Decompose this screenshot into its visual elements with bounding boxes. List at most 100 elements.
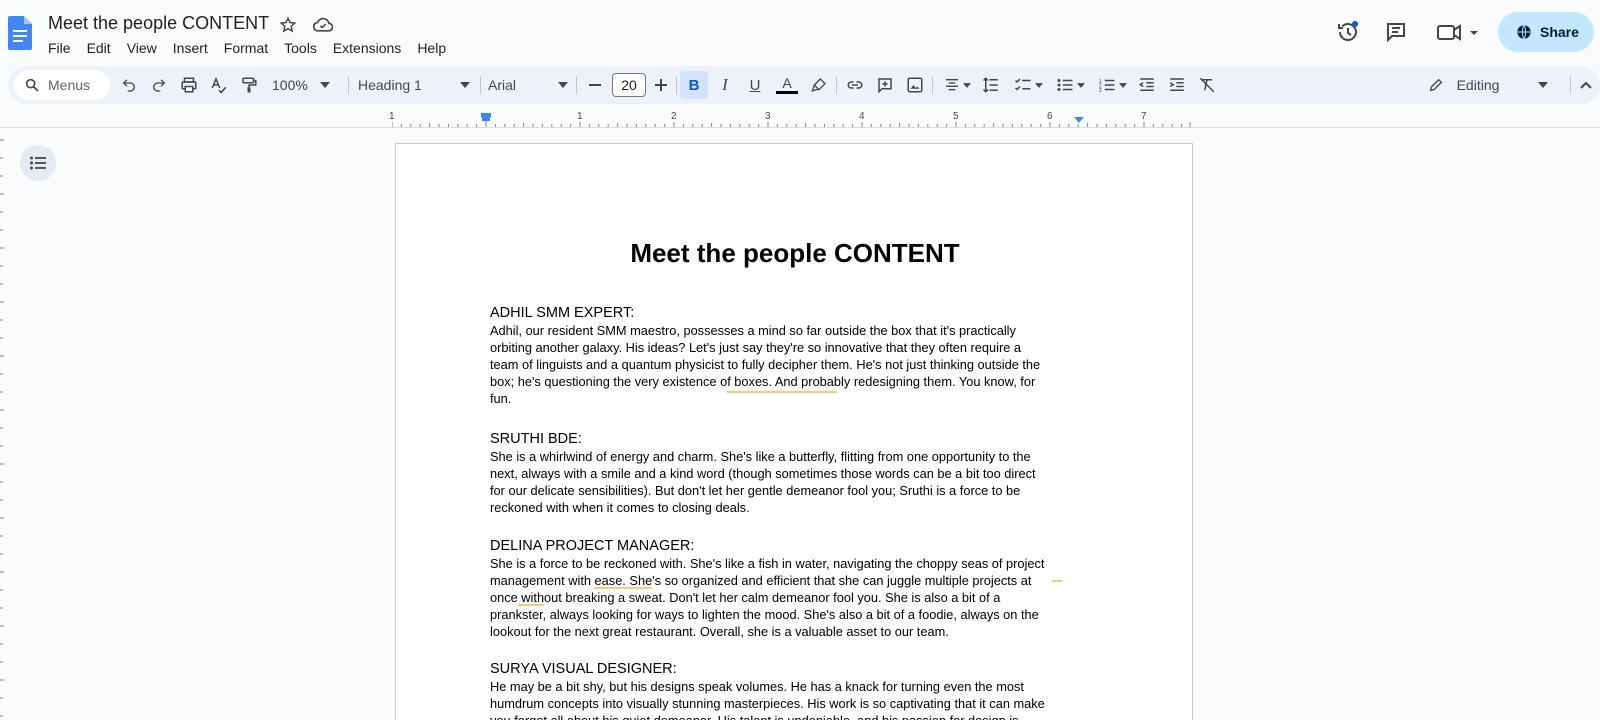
bold-button[interactable]: B xyxy=(680,71,708,99)
divider xyxy=(348,76,349,94)
editing-mode-label: Editing xyxy=(1456,77,1500,93)
meet-video-icon[interactable] xyxy=(1434,18,1484,46)
clear-formatting-icon[interactable] xyxy=(1196,74,1218,96)
document-page[interactable]: Meet the people CONTENT ADHIL SMM EXPERT… xyxy=(395,143,1193,720)
font-family-select[interactable]: Arial xyxy=(488,74,568,96)
font-size-input[interactable]: 20 xyxy=(612,73,646,97)
ruler-label: 2 xyxy=(671,111,677,122)
increase-font-size-icon[interactable] xyxy=(650,74,672,96)
chevron-down-icon xyxy=(558,82,568,88)
search-menus-label: Menus xyxy=(48,77,91,93)
body-line: team of linguists and a quantum physicis… xyxy=(490,357,1041,372)
chevron-down-icon xyxy=(319,82,330,88)
version-history-icon[interactable] xyxy=(1334,18,1362,46)
globe-icon xyxy=(1517,24,1531,40)
section-adhil[interactable]: ADHIL SMM EXPERT: Adhil, our resident SM… xyxy=(490,304,1060,407)
search-icon xyxy=(25,78,39,92)
insert-link-icon[interactable] xyxy=(844,74,866,96)
body-line: once without breaking a sweat. Don't let… xyxy=(490,590,1001,605)
paragraph-style-value: Heading 1 xyxy=(358,77,422,93)
menu-file[interactable]: File xyxy=(40,38,79,58)
body-line: He may be a bit shy, but his designs spe… xyxy=(490,679,1024,694)
ruler-label: 6 xyxy=(1047,111,1053,122)
add-comment-icon[interactable] xyxy=(874,74,896,96)
formatting-toolbar: Menus 100% Heading 1 Arial 20 B I U A 1 … xyxy=(8,66,1600,104)
section-title: SRUTHI BDE: xyxy=(490,431,582,447)
decrease-font-size-icon[interactable] xyxy=(584,74,606,96)
italic-button[interactable]: I xyxy=(714,74,736,96)
body-line: She is a force to be reckoned with. She'… xyxy=(490,556,1045,571)
ruler-label: 1 xyxy=(577,111,583,122)
vertical-ruler[interactable] xyxy=(0,130,6,720)
divider xyxy=(1570,76,1571,94)
menu-insert[interactable]: Insert xyxy=(165,38,216,58)
comments-icon[interactable] xyxy=(1382,18,1410,46)
body-line: humdrum concepts into visually stunning … xyxy=(490,696,1045,711)
menu-extensions[interactable]: Extensions xyxy=(325,38,409,58)
grammar-suggestion-marker[interactable] xyxy=(1052,580,1062,582)
spellcheck-icon[interactable] xyxy=(208,74,230,96)
decrease-indent-icon[interactable] xyxy=(1136,74,1158,96)
ruler-label: 4 xyxy=(859,111,865,122)
menu-edit[interactable]: Edit xyxy=(79,38,119,58)
ruler-label: 3 xyxy=(765,111,771,122)
highlight-icon[interactable] xyxy=(808,74,830,96)
redo-icon[interactable] xyxy=(148,74,170,96)
section-body: Adhil, our resident SMM maestro, possess… xyxy=(490,322,1060,407)
chevron-down-icon xyxy=(1538,82,1548,88)
body-line: next, always with a smile and a kind wor… xyxy=(490,466,1036,481)
underline-button[interactable]: U xyxy=(744,74,766,96)
insert-image-icon[interactable] xyxy=(904,74,926,96)
docs-logo-icon[interactable] xyxy=(8,16,32,50)
app-header: Meet the people CONTENT File Edit View I… xyxy=(0,0,1600,64)
bulleted-list-icon[interactable] xyxy=(1052,74,1088,96)
print-icon[interactable] xyxy=(178,74,200,96)
zoom-value: 100% xyxy=(272,77,308,93)
undo-icon[interactable] xyxy=(118,74,140,96)
cloud-saved-icon[interactable] xyxy=(312,14,334,36)
ruler-label: 1 xyxy=(389,111,395,122)
editing-mode-select[interactable]: Editing xyxy=(1428,74,1548,96)
paint-format-icon[interactable] xyxy=(238,74,260,96)
numbered-list-icon[interactable]: 123 xyxy=(1094,74,1130,96)
menu-tools[interactable]: Tools xyxy=(276,38,325,58)
share-button[interactable]: Share xyxy=(1498,12,1594,52)
section-sruthi[interactable]: SRUTHI BDE: She is a whirlwind of energy… xyxy=(490,430,1060,516)
section-delina[interactable]: DELINA PROJECT MANAGER: She is a force t… xyxy=(490,537,1062,640)
increase-indent-icon[interactable] xyxy=(1166,74,1188,96)
document-outline-button[interactable] xyxy=(20,145,56,181)
body-line: lookout for the next great restaurant. O… xyxy=(490,624,949,639)
outline-list-icon xyxy=(30,156,46,170)
star-icon[interactable] xyxy=(277,14,299,36)
align-center-icon[interactable] xyxy=(940,74,974,96)
body-line: box; he's questioning the very existence… xyxy=(490,374,1036,389)
text-color-button[interactable]: A xyxy=(774,74,800,96)
font-family-value: Arial xyxy=(488,77,517,93)
section-body: She is a whirlwind of energy and charm. … xyxy=(490,448,1060,516)
menu-help[interactable]: Help xyxy=(409,38,454,58)
divider xyxy=(676,76,677,94)
share-label: Share xyxy=(1540,24,1579,40)
body-line: you forget all about his quiet demeanor.… xyxy=(490,712,1060,720)
section-surya[interactable]: SURYA VISUAL DESIGNER: He may be a bit s… xyxy=(490,660,1060,720)
divider xyxy=(836,76,837,94)
checklist-icon[interactable] xyxy=(1010,74,1046,96)
zoom-select[interactable]: 100% xyxy=(272,74,342,96)
section-body: He may be a bit shy, but his designs spe… xyxy=(490,678,1060,720)
search-menus-input[interactable]: Menus xyxy=(14,70,110,100)
doc-title[interactable]: Meet the people CONTENT xyxy=(48,13,269,34)
document-heading[interactable]: Meet the people CONTENT xyxy=(396,238,1194,269)
section-title: SURYA VISUAL DESIGNER: xyxy=(490,661,677,677)
section-title: ADHIL SMM EXPERT: xyxy=(490,305,635,321)
menu-view[interactable]: View xyxy=(119,38,165,58)
grammar-underline[interactable] xyxy=(594,587,652,589)
menu-format[interactable]: Format xyxy=(216,38,276,58)
grammar-underline[interactable] xyxy=(518,604,544,606)
ruler-labels: 1 1 2 3 4 5 6 7 xyxy=(389,111,1192,125)
line-spacing-icon[interactable] xyxy=(980,74,1002,96)
collapse-menus-icon[interactable] xyxy=(1578,74,1594,96)
grammar-underline[interactable] xyxy=(727,391,837,393)
body-line: She is a whirlwind of energy and charm. … xyxy=(490,449,1031,464)
paragraph-style-select[interactable]: Heading 1 xyxy=(358,74,470,96)
divider xyxy=(932,76,933,94)
